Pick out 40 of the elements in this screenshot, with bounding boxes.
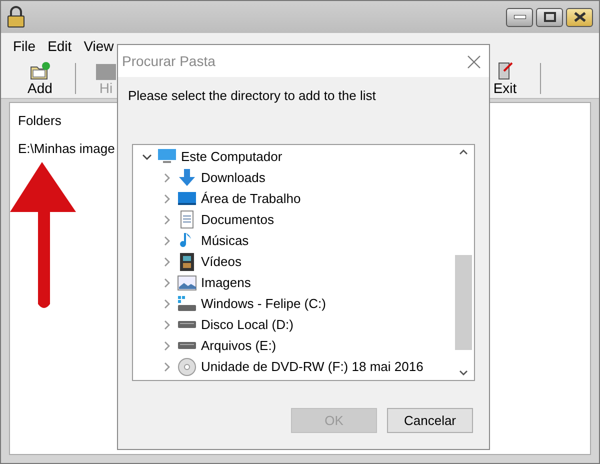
tree-item[interactable]: Disco Local (D:) [201,315,294,335]
drive-icon [177,294,197,314]
film-icon [177,252,197,272]
dialog-title: Procurar Pasta [122,52,216,70]
toolbar-button[interactable]: Add [15,59,65,98]
tree-item[interactable]: Músicas [201,231,249,251]
menu-item[interactable]: View [78,36,120,56]
dialog-message: Please select the directory to add to the list [127,87,377,105]
list-item[interactable]: E:\Minhas image [18,138,115,158]
padlock-icon [7,6,25,28]
menu-item[interactable]: Edit [42,36,78,56]
tree-item[interactable]: Unidade de DVD-RW (F:) 18 mai 2016 [201,357,424,377]
disc-icon [177,357,197,377]
scroll-up-icon [459,148,468,154]
picture-icon [177,273,197,293]
tree-item[interactable]: Imagens [201,273,251,293]
dialog-button[interactable]: Cancelar [387,408,473,433]
minimize-icon [514,15,526,19]
tree-item[interactable]: Documentos [201,210,274,230]
folder-add-icon [29,60,51,81]
close-icon [467,54,481,69]
menu-item[interactable]: File [7,36,42,56]
maximize-icon [544,12,556,22]
close-button[interactable] [566,8,593,26]
toolbar-button[interactable]: Exit [480,59,530,98]
tree-item[interactable]: Downloads [201,168,266,188]
tree-item[interactable]: Este Computador [181,147,282,167]
scroll-down-icon [459,370,468,376]
exit-door-icon [496,60,514,81]
tree-item[interactable]: Área de Trabalho [201,189,301,209]
tree-item[interactable]: Arquivos (E:) [201,336,276,356]
download-arrow-icon [177,168,197,188]
tree-item[interactable]: Windows - Felipe (C:) [201,294,326,314]
list-item[interactable]: Folders [18,111,62,130]
close-icon [574,12,586,22]
drive-icon [177,342,197,350]
drive-icon [177,321,197,329]
tree-item[interactable]: Vídeos [201,252,242,272]
minimize-button[interactable] [506,8,533,26]
maximize-button[interactable] [536,8,563,26]
